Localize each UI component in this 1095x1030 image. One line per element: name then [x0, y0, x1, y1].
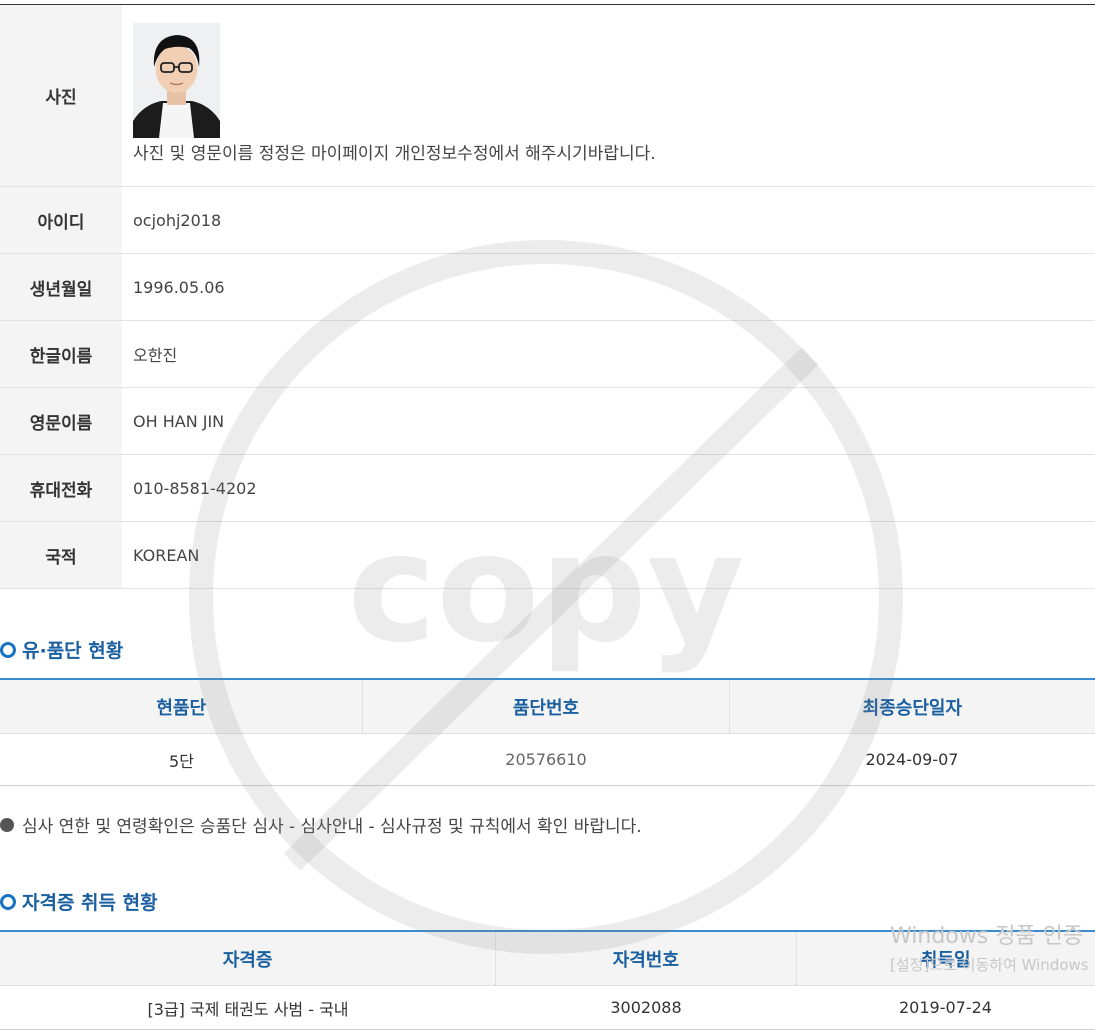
windows-activation-title: Windows 정품 인증 — [890, 924, 1084, 949]
table-row: 5단 20576610 2024-09-07 — [0, 734, 1095, 786]
korean-name-label: 한글이름 — [0, 321, 122, 387]
rank-table: 현품단 품단번호 최종승단일자 5단 20576610 2024-09-07 — [0, 678, 1095, 786]
exam-notice-text: 심사 연한 및 연령확인은 승품단 심사 - 심사안내 - 심사규정 및 규칙에… — [22, 817, 642, 837]
windows-activation-notice: Windows 정품 인증 [설정]으로 이동하여 Windows — [890, 918, 1089, 975]
rank-cell-date: 2024-09-07 — [865, 750, 959, 769]
cert-section-title-text: 자격증 취득 현황 — [22, 892, 158, 914]
profile-row-id: 아이디 ocjohj2018 — [0, 187, 1095, 254]
rank-cell-number: 20576610 — [505, 750, 587, 769]
rank-cell-current: 5단 — [169, 751, 194, 771]
exam-notice: 심사 연한 및 연령확인은 승품단 심사 - 심사안내 - 심사규정 및 규칙에… — [0, 812, 642, 837]
mobile-label: 휴대전화 — [0, 455, 122, 521]
profile-row-mobile: 휴대전화 010-8581-4202 — [0, 455, 1095, 522]
rank-table-header: 현품단 품단번호 최종승단일자 — [0, 680, 1095, 734]
cert-cell-number: 3002088 — [610, 998, 682, 1017]
bullet-dot-icon — [0, 817, 14, 832]
english-name-label: 영문이름 — [0, 388, 122, 454]
mobile-value: 010-8581-4202 — [133, 478, 257, 498]
birthdate-value: 1996.05.06 — [133, 277, 225, 297]
photo-cell: 사진 및 영문이름 정정은 마이페이지 개인정보수정에서 해주시기바랍니다. — [122, 5, 1095, 186]
english-name-value: OH HAN JIN — [133, 411, 225, 431]
cert-header-name: 자격증 — [0, 932, 497, 985]
cert-cell-name: [3급] 국제 태권도 사범 - 국내 — [147, 999, 349, 1019]
id-label: 아이디 — [0, 187, 122, 253]
profile-row-photo: 사진 사진 및 영문이름 정정은 마이페이지 개인정보수정에서 해주시기바랍니다… — [0, 5, 1095, 187]
profile-table: 사진 사진 및 영문이름 정정은 마이페이지 개인정보수정에서 해주시기바랍니다… — [0, 5, 1095, 589]
korean-name-value: 오한진 — [133, 346, 178, 365]
rank-header-current: 현품단 — [0, 680, 364, 733]
profile-row-english-name: 영문이름 OH HAN JIN — [0, 388, 1095, 455]
photo-label: 사진 — [0, 5, 122, 186]
rank-section-title: 유·품단 현황 — [0, 636, 123, 663]
birthdate-label: 생년월일 — [0, 254, 122, 320]
rank-header-date: 최종승단일자 — [862, 697, 963, 719]
photo-edit-notice: 사진 및 영문이름 정정은 마이페이지 개인정보수정에서 해주시기바랍니다. — [133, 144, 656, 164]
windows-activation-subtitle: [설정]으로 이동하여 Windows — [890, 956, 1089, 974]
table-row: [3급] 국제 태권도 사범 - 국내 3002088 2019-07-24 — [0, 986, 1095, 1030]
profile-row-nationality: 국적 KOREAN — [0, 522, 1095, 589]
profile-row-birthdate: 생년월일 1996.05.06 — [0, 254, 1095, 321]
bullet-circle-icon — [0, 641, 16, 658]
bullet-circle-icon — [0, 893, 16, 910]
nationality-value: KOREAN — [133, 545, 200, 565]
cert-section-title: 자격증 취득 현황 — [0, 888, 158, 915]
rank-section-title-text: 유·품단 현황 — [22, 640, 124, 662]
profile-photo — [133, 23, 220, 138]
cert-cell-date: 2019-07-24 — [899, 998, 992, 1017]
id-value: ocjohj2018 — [133, 210, 222, 230]
rank-header-number: 품단번호 — [363, 680, 730, 733]
cert-header-number: 자격번호 — [496, 932, 797, 985]
profile-row-korean-name: 한글이름 오한진 — [0, 321, 1095, 388]
nationality-label: 국적 — [0, 522, 122, 588]
